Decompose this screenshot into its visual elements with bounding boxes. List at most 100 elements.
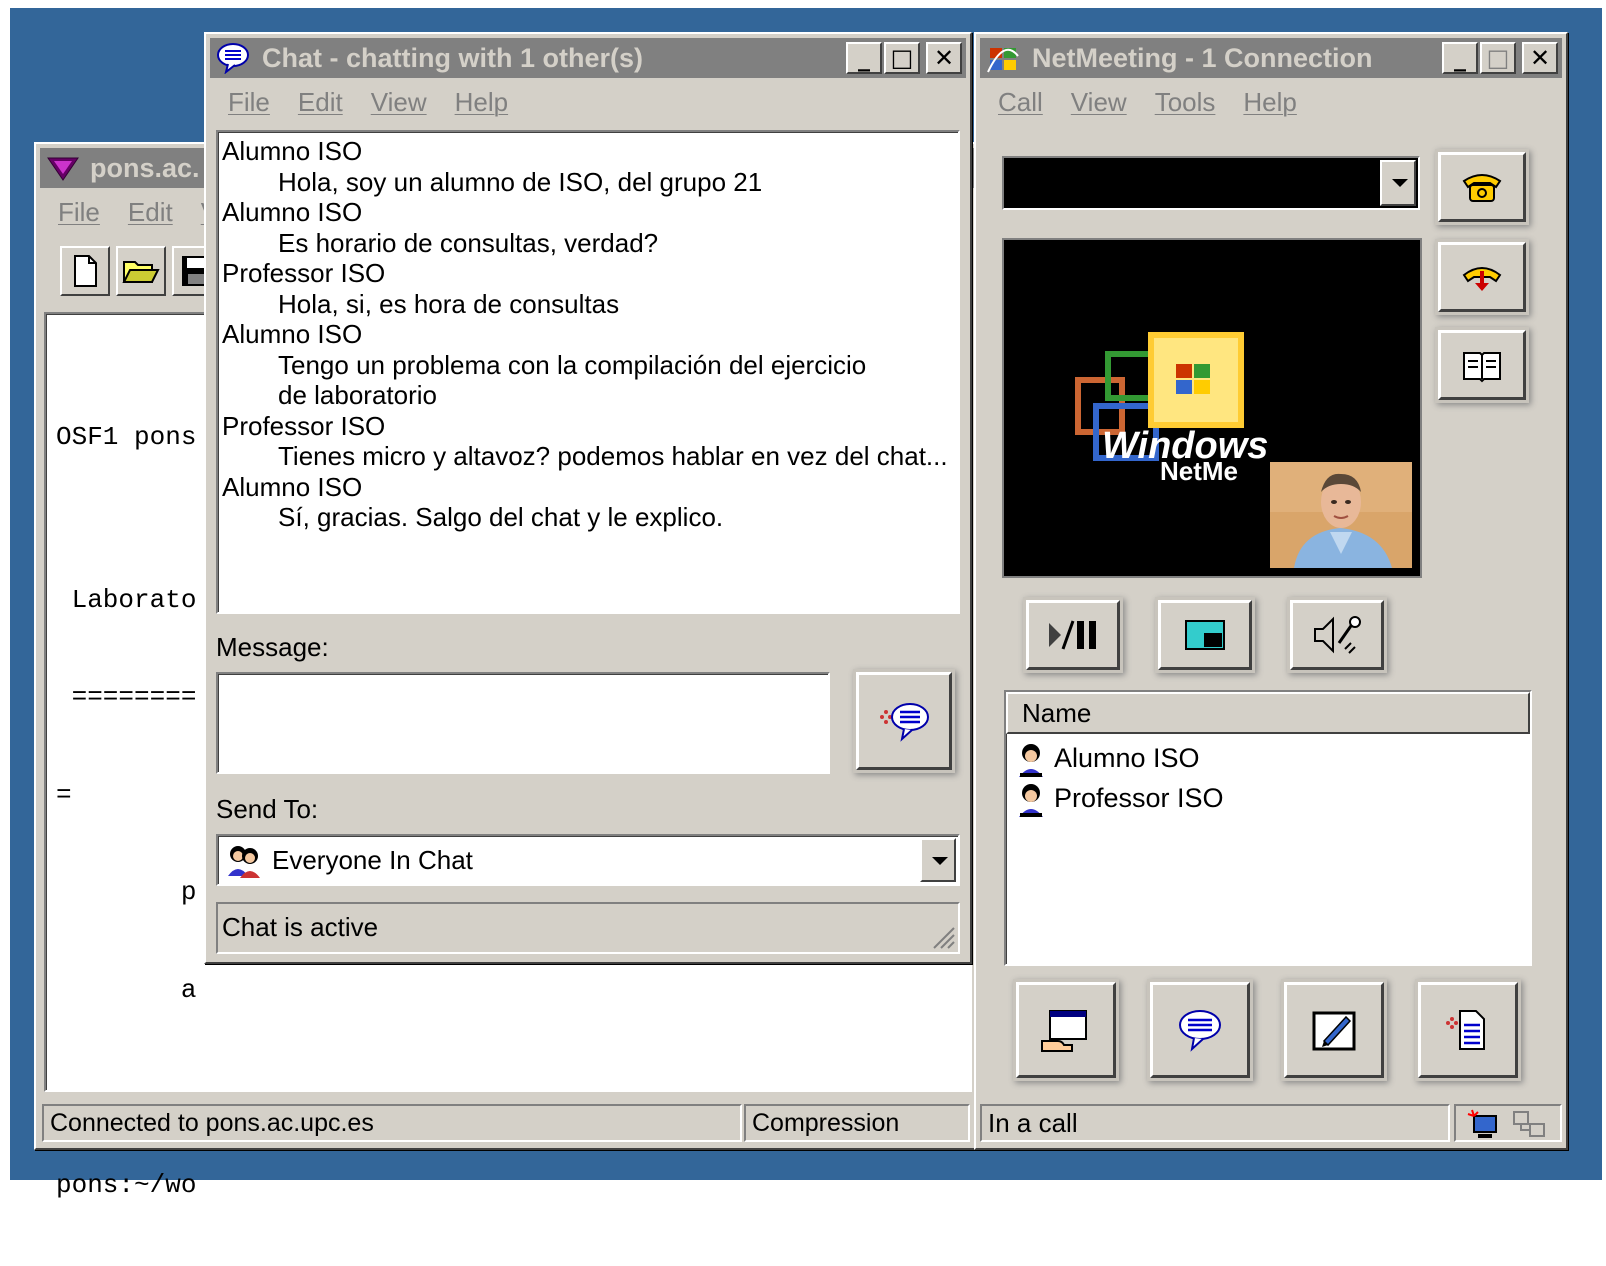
person-photo [1270, 462, 1412, 568]
close-icon: ✕ [1529, 44, 1551, 72]
network-computers-icon[interactable] [1510, 1108, 1550, 1142]
send-message-button[interactable] [856, 672, 952, 770]
end-call-button[interactable] [1438, 242, 1526, 312]
terminal-line: OSF1 pons [56, 422, 197, 452]
resize-grip-icon[interactable] [930, 924, 956, 950]
chat-message: Sí, gracias. Salgo del chat y le explico… [278, 502, 724, 532]
maximize-button[interactable]: □ [884, 42, 920, 74]
picture-in-picture-icon [1185, 620, 1225, 650]
transfer-files-button[interactable] [1418, 982, 1518, 1078]
hang-up-icon [1462, 267, 1502, 291]
terminal-line: ======== [56, 682, 197, 712]
logo-text-netmeeting: NetMe [1160, 456, 1238, 486]
netmeeting-title-bar[interactable]: NetMeeting - 1 Connection _ □ ✕ [980, 38, 1562, 78]
terminal-statusbar: Connected to pons.ac.upc.es Compression [42, 1100, 974, 1144]
participant-name: Alumno ISO [1054, 743, 1200, 773]
video-window[interactable]: Windows NetMe [1002, 238, 1422, 578]
chat-message: Hola, si, es hora de consultas [278, 288, 620, 319]
terminal-line: Laborato [56, 584, 197, 615]
terminal-menu-file[interactable]: File [58, 192, 100, 232]
open-folder-icon [122, 261, 160, 283]
send-to-value: Everyone In Chat [272, 845, 473, 875]
whiteboard-pen-icon [1312, 1011, 1356, 1051]
chat-window-controls: _ □ ✕ [846, 42, 962, 74]
close-button[interactable]: ✕ [926, 42, 962, 74]
send-to-dropdown-button[interactable] [920, 838, 956, 882]
send-to-label: Send To: [216, 794, 319, 824]
netmeeting-menu-call[interactable]: Call [998, 82, 1043, 122]
chat-history[interactable]: Alumno ISO Hola, soy un alumno de ISO, d… [216, 130, 960, 614]
chat-message: Hola, soy un alumno de ISO, del grupo 21 [278, 166, 763, 197]
tray-icons [1454, 1104, 1562, 1142]
address-book-icon [1463, 352, 1501, 383]
chat-message: Tengo un problema con la compilación del… [278, 349, 867, 411]
participants-list[interactable]: Name Alumno ISO Professor ISO [1004, 690, 1532, 966]
minimize-icon: _ [858, 44, 870, 72]
participants-column-name[interactable]: Name [1006, 692, 1530, 734]
chat-title-bar[interactable]: Chat - chatting with 1 other(s) _ □ ✕ [210, 38, 966, 78]
play-pause-video-button[interactable] [1026, 600, 1120, 670]
chat-bubble-icon [1179, 1010, 1221, 1052]
phone-icon [1462, 174, 1502, 202]
chat-window[interactable]: Chat - chatting with 1 other(s) _ □ ✕ Fi… [204, 32, 972, 964]
new-file-button[interactable] [60, 246, 110, 296]
netmeeting-menu-view[interactable]: View [1071, 82, 1127, 122]
chat-sender: Alumno ISO [222, 197, 363, 227]
call-address-combobox[interactable] [1002, 156, 1420, 210]
terminal-menu-edit[interactable]: Edit [128, 192, 173, 232]
chat-bubble-icon [217, 43, 249, 74]
message-label: Message: [216, 632, 329, 662]
chat-statusbar: Chat is active [216, 902, 960, 954]
self-view-preview[interactable] [1270, 462, 1412, 568]
minimize-button[interactable]: _ [846, 42, 882, 74]
chat-message: Tienes micro y altavoz? podemos hablar e… [278, 441, 948, 471]
maximize-icon: □ [890, 44, 914, 72]
netmeeting-menubar: Call View Tools Help [984, 82, 1558, 122]
netmeeting-window[interactable]: NetMeeting - 1 Connection _ □ ✕ Call Vie… [974, 32, 1568, 1150]
whiteboard-button[interactable] [1284, 982, 1384, 1078]
participant-item[interactable]: Alumno ISO [1016, 740, 1200, 777]
chat-menu-help[interactable]: Help [455, 82, 508, 122]
terminal-title: pons.ac. [90, 153, 200, 183]
participant-name: Professor ISO [1054, 783, 1224, 813]
send-to-select[interactable]: Everyone In Chat [216, 834, 960, 886]
minimize-icon: _ [1454, 44, 1466, 72]
minimize-button[interactable]: _ [1442, 42, 1478, 74]
chat-sender: Professor ISO [222, 410, 386, 441]
participant-item[interactable]: Professor ISO [1016, 780, 1224, 817]
netmeeting-title: NetMeeting - 1 Connection [1032, 43, 1373, 73]
picture-in-picture-button[interactable] [1158, 600, 1252, 670]
play-pause-icon [1049, 620, 1096, 650]
address-dropdown-button[interactable] [1380, 160, 1416, 206]
chat-menu-view[interactable]: View [371, 82, 427, 122]
share-program-button[interactable] [1016, 982, 1116, 1078]
chat-menu-file[interactable]: File [228, 82, 270, 122]
send-message-icon [880, 703, 929, 742]
terminal-line: a [56, 974, 197, 1005]
directory-button[interactable] [1438, 330, 1526, 400]
user-icon [1019, 743, 1043, 777]
chat-menu-edit[interactable]: Edit [298, 82, 343, 122]
security-status-icon[interactable] [1464, 1108, 1504, 1142]
close-button[interactable]: ✕ [1522, 42, 1558, 74]
open-file-button[interactable] [116, 246, 166, 296]
terminal-app-icon [47, 157, 79, 181]
message-input[interactable] [216, 672, 830, 774]
netmeeting-menu-help[interactable]: Help [1243, 82, 1296, 122]
new-file-icon [74, 255, 97, 287]
netmeeting-app-icon [987, 48, 1019, 73]
netmeeting-window-controls: _ □ ✕ [1442, 42, 1558, 74]
audio-tuning-button[interactable] [1290, 600, 1384, 670]
terminal-line: = [56, 779, 72, 810]
chat-button[interactable] [1150, 982, 1250, 1078]
netmeeting-menu-tools[interactable]: Tools [1155, 82, 1216, 122]
place-call-button[interactable] [1438, 152, 1526, 222]
speaker-microphone-icon [1314, 616, 1361, 654]
chat-sender: Alumno ISO [222, 471, 363, 502]
chat-sender: Alumno ISO [222, 319, 363, 349]
maximize-button[interactable]: □ [1480, 42, 1516, 74]
netmeeting-statusbar: In a call [980, 1100, 1562, 1144]
terminal-line: pons:~/wo [56, 1169, 197, 1200]
chat-sender: Alumno ISO [222, 136, 363, 166]
